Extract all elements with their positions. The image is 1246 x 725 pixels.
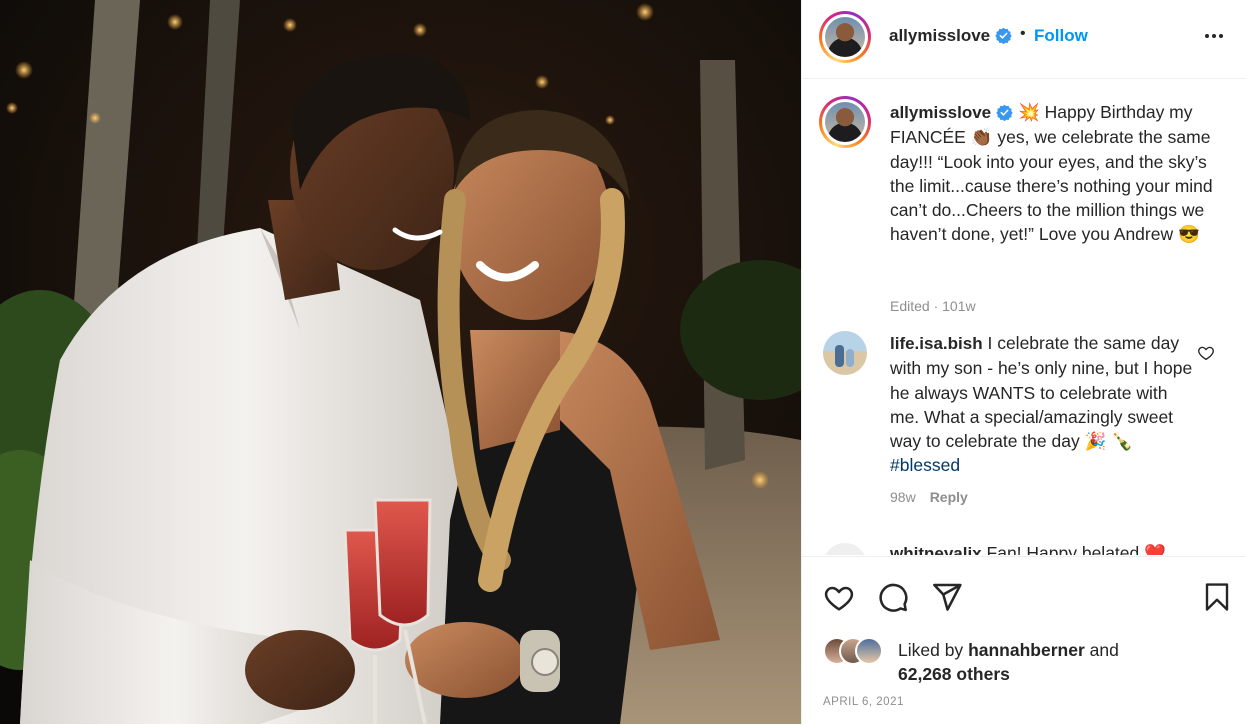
like-comment-heart-icon[interactable] (1197, 344, 1215, 362)
hashtag-link[interactable]: #blessed (890, 455, 960, 475)
likes-count[interactable]: 62,268 others (898, 664, 1010, 684)
instagram-post: allymisslove • Follow allymisslove 💥 Hap… (0, 0, 1246, 724)
like-heart-icon[interactable] (823, 582, 855, 614)
author-avatar[interactable] (819, 11, 871, 63)
champagne-emoji: 🍾 (1111, 431, 1134, 452)
caption-text: allymisslove 💥 Happy Birthday my FIANCÉE… (890, 100, 1225, 247)
commenter-username[interactable]: life.isa.bish (890, 334, 983, 353)
header-separator: • (1020, 25, 1026, 42)
author-username-text[interactable]: allymisslove (889, 26, 990, 45)
comment-meta: 98w Reply (890, 489, 1090, 505)
comment-bubble-icon[interactable] (877, 581, 909, 613)
liked-by-avatars[interactable] (823, 637, 891, 665)
more-options-icon[interactable] (1202, 24, 1226, 48)
comment-body: Fan! Happy belated (986, 543, 1140, 555)
liked-by-conj: and (1089, 640, 1119, 660)
caption-meta: Edited · 101w (890, 298, 976, 314)
liked-by-user[interactable]: hannahberner (968, 640, 1085, 660)
commenter-username[interactable]: whitneyalix (890, 544, 982, 555)
caption-username[interactable]: allymisslove (890, 103, 1013, 122)
caption-avatar[interactable] (819, 96, 871, 148)
caption-username-text[interactable]: allymisslove (890, 103, 991, 122)
comment-text: whitneyalix Fan! Happy belated ❤️ (890, 543, 1166, 555)
red-heart-emoji: ❤️ (1144, 543, 1166, 555)
save-bookmark-icon[interactable] (1202, 581, 1232, 613)
party-popper-emoji: 🎉 (1084, 431, 1107, 452)
comment-item-partial: whitneyalix Fan! Happy belated ❤️ (823, 543, 1243, 555)
author-username[interactable]: allymisslove (889, 26, 1012, 46)
post-side-panel: allymisslove • Follow allymisslove 💥 Hap… (801, 0, 1246, 724)
collision-emoji: 💥 (1018, 102, 1040, 122)
post-actions: Liked by hannahberner and 62,268 others … (802, 556, 1246, 725)
sunglasses-emoji: 😎 (1177, 224, 1200, 245)
liked-by-text: Liked by hannahberner and 62,268 others (898, 638, 1198, 686)
share-paper-plane-icon[interactable] (931, 581, 963, 613)
post-date[interactable]: APRIL 6, 2021 (823, 696, 904, 708)
verified-badge-icon (996, 104, 1013, 121)
commenter-avatar[interactable] (823, 331, 867, 375)
reply-button[interactable]: Reply (930, 489, 968, 505)
commenter-avatar[interactable] (823, 543, 867, 555)
comment-age: 98w (890, 489, 916, 505)
comments-area[interactable]: allymisslove 💥 Happy Birthday my FIANCÉE… (802, 79, 1246, 555)
follow-button[interactable]: Follow (1034, 26, 1088, 46)
comment-text: life.isa.bish I celebrate the same day w… (890, 331, 1200, 478)
couple-celebration-photo (0, 0, 801, 724)
liked-by-prefix: Liked by (898, 640, 964, 660)
post-header: allymisslove • Follow (802, 0, 1246, 79)
verified-badge-icon (995, 27, 1012, 44)
post-photo[interactable] (0, 0, 801, 724)
clapping-hands-emoji: 👏🏾 (970, 127, 993, 148)
